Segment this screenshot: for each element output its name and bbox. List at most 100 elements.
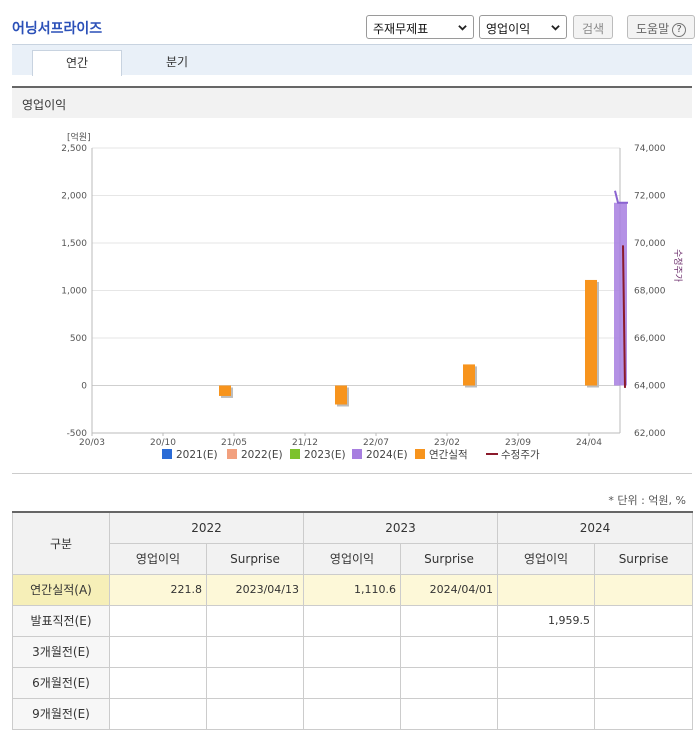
table-cell: 1,959.5 xyxy=(497,604,596,637)
table-cell xyxy=(303,697,402,730)
search-button[interactable]: 검색 xyxy=(573,15,614,39)
estimate-range-line xyxy=(614,190,628,204)
table-cell xyxy=(400,666,499,699)
table-cell: 1,110.6 xyxy=(303,573,402,606)
year-header-2023: 2023 xyxy=(303,511,499,544)
x-tick-label: 20/10 xyxy=(150,438,176,448)
row-label: 3개월전(E) xyxy=(12,635,110,668)
sub-header: Surprise xyxy=(205,542,305,575)
legend-marker xyxy=(352,449,362,459)
x-tick-label: 21/05 xyxy=(221,438,247,448)
y-left-tick-label: 1,500 xyxy=(61,239,87,249)
x-tick-label: 21/12 xyxy=(292,438,318,448)
chart-svg: 2,5002,0001,5001,0005000-50074,00072,000… xyxy=(61,131,683,461)
legend-label: 2023(E) xyxy=(304,449,346,461)
table-cell xyxy=(109,635,207,668)
y-left-tick-label: 2,000 xyxy=(61,192,87,202)
section-title: 영업이익 xyxy=(22,98,67,112)
table-cell xyxy=(205,635,305,668)
actual-bar xyxy=(335,385,347,405)
legend-marker xyxy=(290,449,300,459)
table-cell xyxy=(205,697,305,730)
legend-marker xyxy=(227,449,237,459)
year-header-2024: 2024 xyxy=(497,511,694,544)
x-tick-label: 24/04 xyxy=(576,438,602,448)
help-button[interactable]: 도움말? xyxy=(627,15,696,39)
y-right-tick-label: 70,000 xyxy=(634,239,666,249)
table-row: 발표직전(E) 1,959.5 xyxy=(12,604,694,637)
tab-quarterly[interactable]: 분기 xyxy=(132,50,222,76)
help-icon: ? xyxy=(672,22,687,37)
legend-marker xyxy=(415,449,425,459)
y-right-tick-label: 62,000 xyxy=(634,429,666,439)
section-header: 영업이익 xyxy=(12,86,692,118)
table-cell xyxy=(594,697,694,730)
table-cell xyxy=(594,666,694,699)
table-cell xyxy=(497,666,596,699)
period-tabs: 연간 분기 xyxy=(12,44,692,76)
table-row: 3개월전(E) xyxy=(12,635,694,668)
app-title: 어닝서프라이즈 xyxy=(12,21,103,37)
y-right-tick-label: 66,000 xyxy=(634,334,666,344)
legend-label: 2024(E) xyxy=(366,449,408,461)
legend-label: 2021(E) xyxy=(176,449,218,461)
row-label: 9개월전(E) xyxy=(12,697,110,730)
search-button-label: 검색 xyxy=(582,22,605,36)
actual-bar xyxy=(219,385,231,396)
table-cell xyxy=(109,604,207,637)
table-cell: 2023/04/13 xyxy=(205,573,305,606)
y-left-tick-label: 1,000 xyxy=(61,287,87,297)
y-left-unit-label: [억원] xyxy=(67,131,91,143)
sub-header: 영업이익 xyxy=(109,542,207,575)
row-label: 발표직전(E) xyxy=(12,604,110,637)
table-cell xyxy=(497,697,596,730)
earnings-table: 구분 2022 2023 2024 영업이익 Surprise 영업이익 Sur… xyxy=(12,511,694,730)
row-label: 6개월전(E) xyxy=(12,666,110,699)
table-cell xyxy=(400,635,499,668)
table-cell xyxy=(205,604,305,637)
legend-marker xyxy=(162,449,172,459)
table-cell xyxy=(594,573,694,606)
item-select[interactable]: 영업이익 xyxy=(479,15,567,39)
y-left-tick-label: 2,500 xyxy=(61,144,87,154)
table-cell xyxy=(594,604,694,637)
x-tick-label: 22/07 xyxy=(363,438,389,448)
tab-annual[interactable]: 연간 xyxy=(32,50,122,76)
actual-bar xyxy=(585,279,597,386)
earnings-chart: 2,500 2,000 1,500 1,000 500 0 -500 74,000 72,000… xyxy=(12,118,692,474)
report-type-value: 주재무제표 xyxy=(373,22,429,36)
actual-bar xyxy=(463,364,475,386)
legend-label: 연간실적 xyxy=(429,449,468,461)
unit-note: * 단위 : 억원, % xyxy=(608,494,686,507)
sub-header: Surprise xyxy=(594,542,694,575)
legend-label: 2022(E) xyxy=(241,449,283,461)
table-cell xyxy=(303,666,402,699)
y-right-axis-label: 수정주가 xyxy=(672,249,683,282)
table-cell xyxy=(594,635,694,668)
table-cell xyxy=(497,635,596,668)
y-right-tick-label: 74,000 xyxy=(634,144,666,154)
table-cell xyxy=(400,697,499,730)
sub-header: Surprise xyxy=(400,542,499,575)
row-label: 연간실적(A) xyxy=(12,573,110,606)
top-bar: 어닝서프라이즈 주재무제표 영업이익 검색 도움말? xyxy=(0,0,696,44)
item-select-value: 영업이익 xyxy=(486,22,531,36)
y-right-tick-label: 64,000 xyxy=(634,382,666,392)
table-cell xyxy=(303,604,402,637)
table-cell xyxy=(303,635,402,668)
legend-label: 수정주가 xyxy=(501,449,540,461)
table-row: 연간실적(A) 221.8 2023/04/13 1,110.6 2024/04… xyxy=(12,573,694,606)
table-cell xyxy=(109,697,207,730)
table-cell xyxy=(497,573,596,606)
x-tick-label: 23/09 xyxy=(505,438,531,448)
table-cell xyxy=(400,604,499,637)
table-cell xyxy=(205,666,305,699)
sub-header: 영업이익 xyxy=(303,542,402,575)
report-type-select[interactable]: 주재무제표 xyxy=(366,15,474,39)
chevron-down-icon xyxy=(458,25,467,31)
table-cell: 221.8 xyxy=(109,573,207,606)
sub-header: 영업이익 xyxy=(497,542,596,575)
y-right-tick-label: 68,000 xyxy=(634,287,666,297)
help-button-label: 도움말 xyxy=(636,22,670,36)
y-left-tick-label: 0 xyxy=(81,382,87,392)
